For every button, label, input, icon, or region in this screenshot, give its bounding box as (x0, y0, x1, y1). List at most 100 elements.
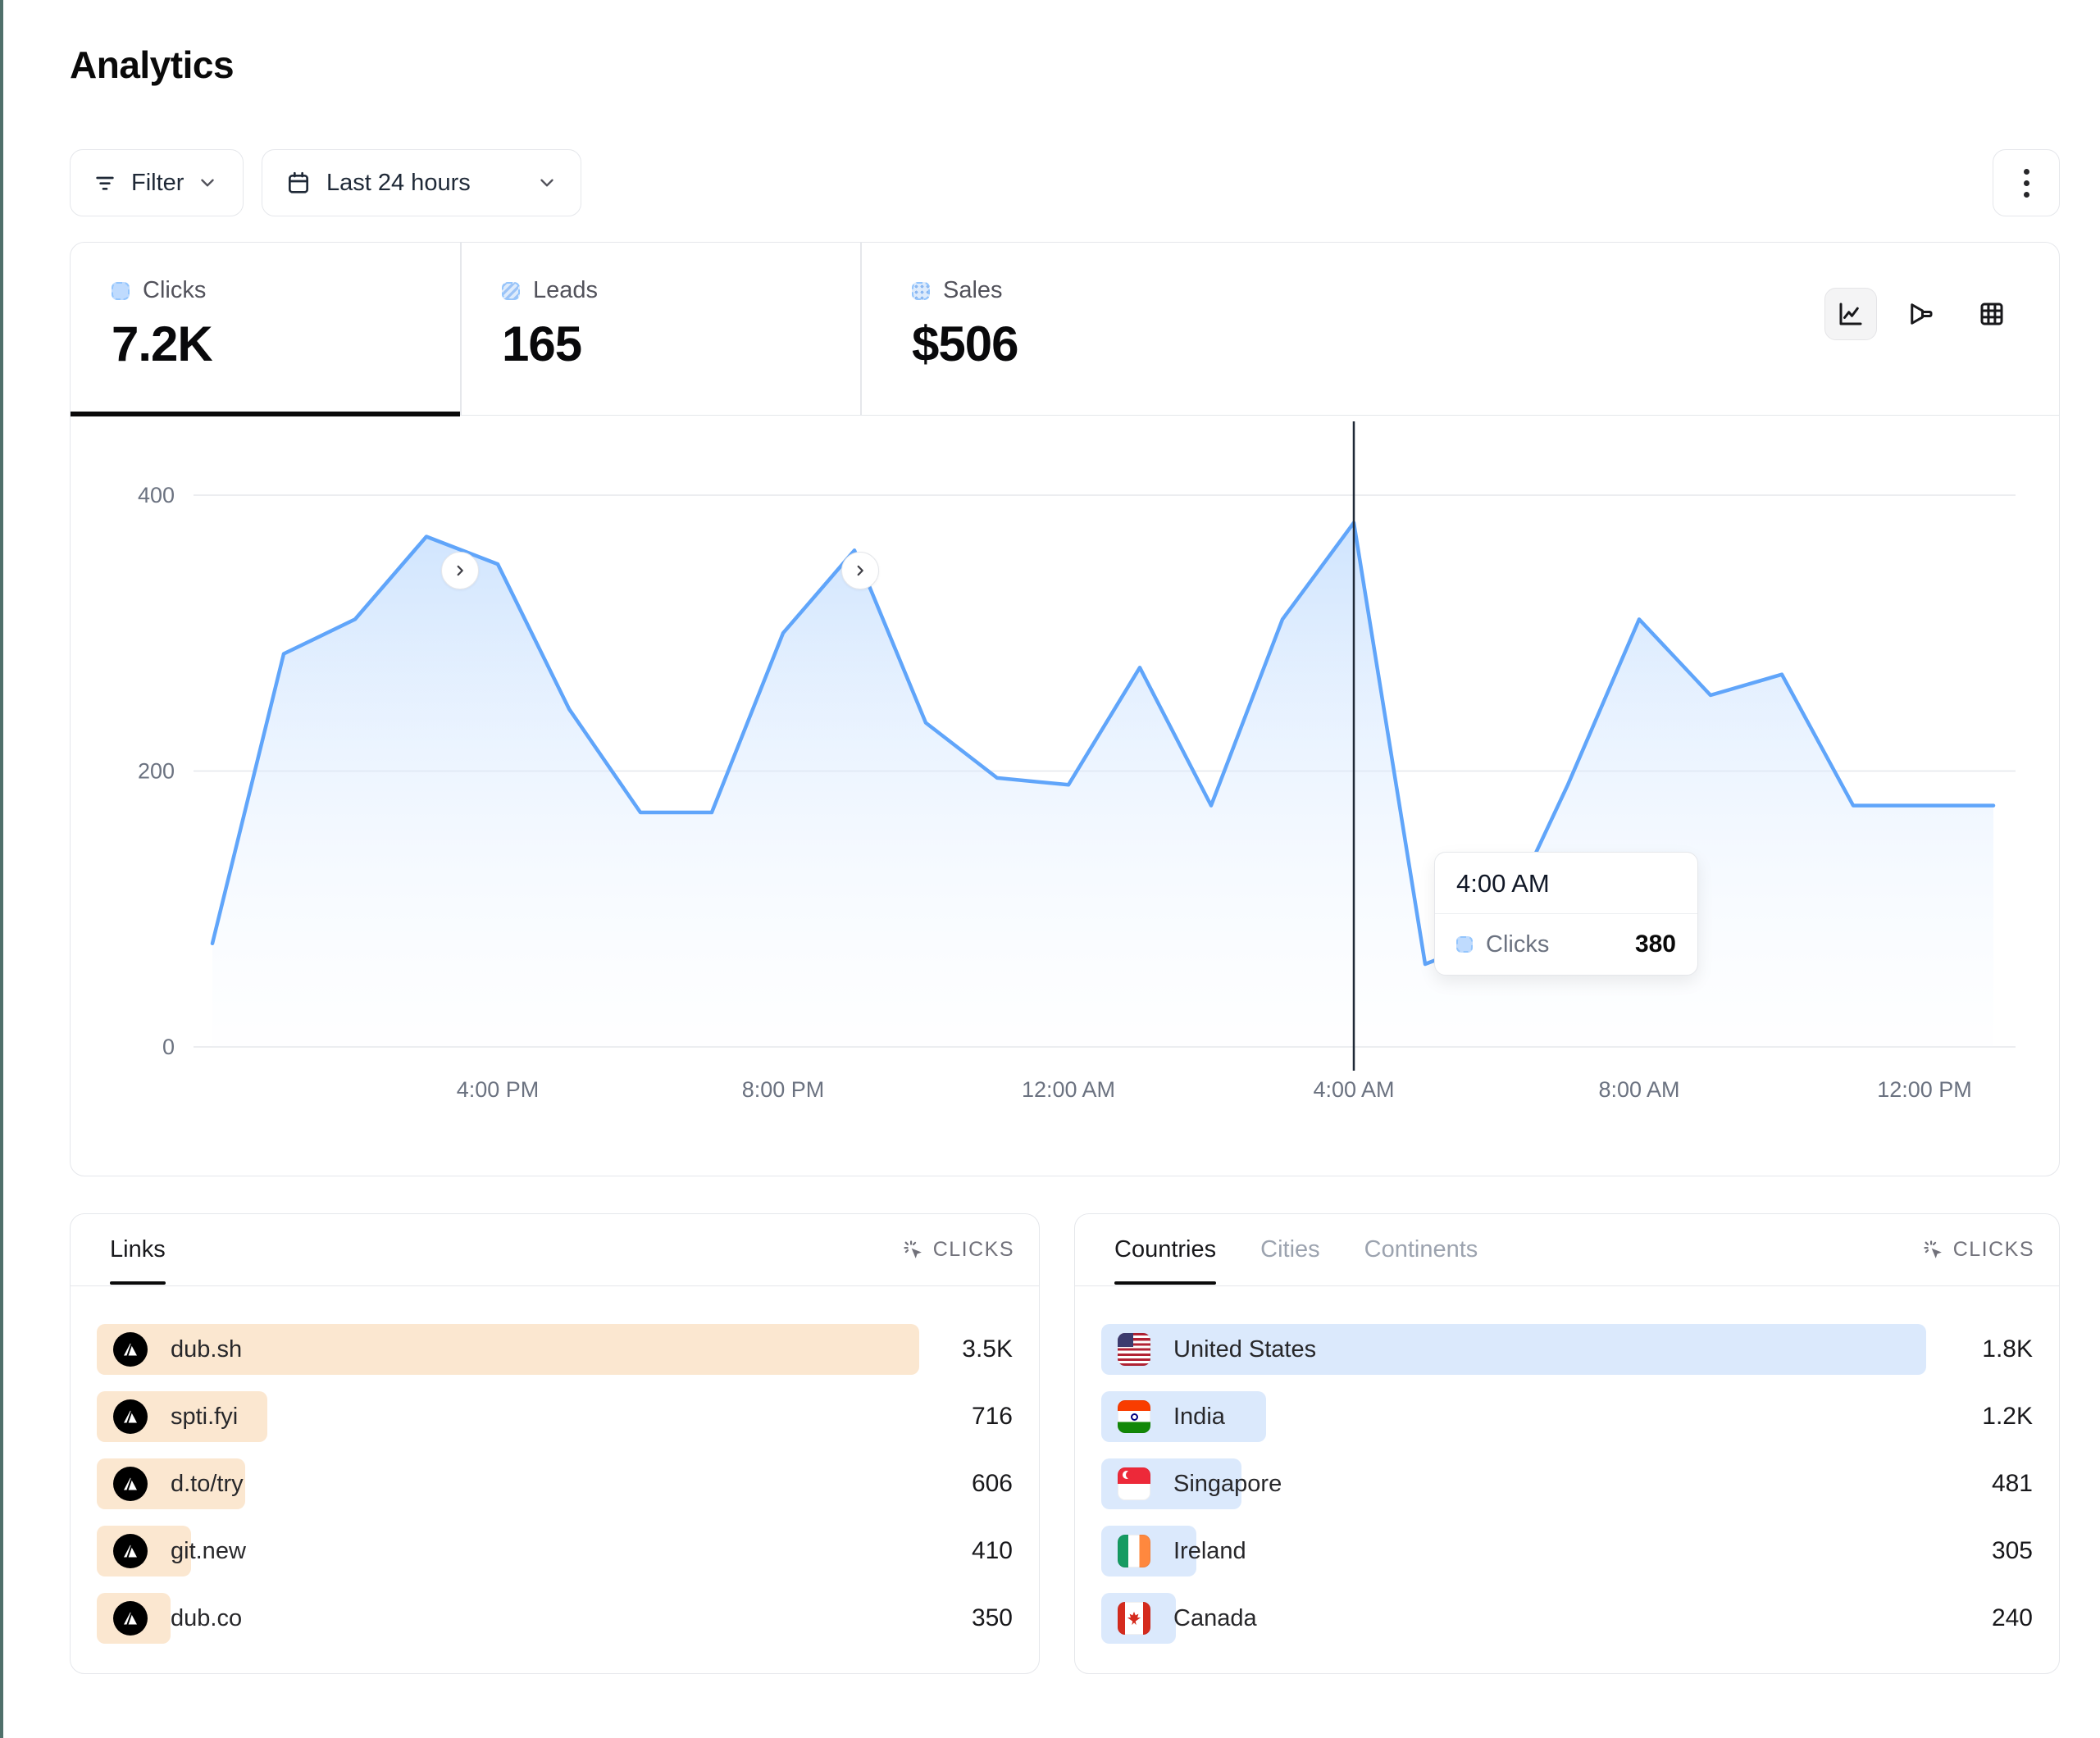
metric-nav-chevron-button[interactable] (841, 552, 879, 589)
svg-text:8:00 PM: 8:00 PM (742, 1077, 825, 1102)
date-range-label: Last 24 hours (326, 170, 471, 197)
tab-clicks[interactable]: Clicks 7.2K (71, 243, 460, 415)
us-flag-icon (1118, 1333, 1150, 1366)
tooltip-series-label: Clicks (1486, 931, 1549, 958)
list-item[interactable]: d.to/try 606 (97, 1458, 1013, 1509)
metric-label: Leads (533, 277, 598, 304)
svg-text:8:00 AM: 8:00 AM (1598, 1077, 1679, 1102)
countries-metric-column[interactable]: CLICKS (1922, 1238, 2034, 1262)
tab-sales[interactable]: Sales $506 (861, 243, 1287, 415)
metric-value: 165 (502, 316, 860, 372)
metric-nav-chevron-button[interactable] (441, 552, 479, 589)
list-item-label: git.new (171, 1538, 246, 1565)
geo-tabs: Countries Cities Continents (1114, 1236, 1478, 1263)
svg-text:0: 0 (162, 1035, 175, 1059)
metric-label: Clicks (143, 277, 206, 304)
more-options-button[interactable] (1993, 149, 2060, 216)
clicks-series-chip-icon (1456, 936, 1473, 953)
metric-column-label: CLICKS (1953, 1238, 2034, 1262)
tab-links[interactable]: Links (110, 1236, 166, 1263)
svg-text:12:00 AM: 12:00 AM (1022, 1077, 1115, 1102)
chart-tooltip: 4:00 AM Clicks 380 (1434, 852, 1698, 976)
list-item[interactable]: Canada 240 (1101, 1593, 2033, 1644)
window-edge-strip (0, 0, 3, 1738)
list-item[interactable]: United States 1.8K (1101, 1324, 2033, 1375)
countries-panel: Countries Cities Continents CLICKS Unite… (1074, 1213, 2060, 1674)
list-item-value: 240 (1992, 1593, 2033, 1644)
filter-button-label: Filter (131, 170, 184, 197)
list-item[interactable]: dub.sh 3.5K (97, 1324, 1013, 1375)
svg-text:4:00 PM: 4:00 PM (457, 1077, 540, 1102)
list-item-value: 716 (972, 1391, 1013, 1442)
dub-logo-icon (113, 1534, 148, 1568)
list-item[interactable]: git.new 410 (97, 1526, 1013, 1576)
metric-tabs-row: Clicks 7.2K Leads 165 Sales $506 (71, 243, 2059, 416)
leads-series-chip-icon (502, 282, 520, 300)
clicks-area-chart[interactable]: 0 200 400 4:00 PM 8:00 PM 12:00 AM 4:00 AM 8:00… (71, 415, 2061, 1177)
line-chart-icon (1836, 299, 1865, 329)
grid-table-icon (1977, 299, 2007, 329)
page-title: Analytics (70, 43, 234, 87)
countries-list: United States 1.8K India 1.2K Singapore … (1101, 1324, 2033, 1660)
svg-text:200: 200 (138, 759, 175, 784)
dub-logo-icon (113, 1399, 148, 1434)
dub-logo-icon (113, 1467, 148, 1501)
chevron-right-icon (451, 562, 469, 580)
list-item-value: 350 (972, 1593, 1013, 1644)
line-chart-view-button[interactable] (1824, 288, 1877, 340)
calendar-icon (285, 170, 312, 196)
cursor-click-icon (1922, 1239, 1945, 1262)
ireland-flag-icon (1118, 1535, 1150, 1567)
funnel-view-button[interactable] (1895, 288, 1947, 340)
list-item[interactable]: Singapore 481 (1101, 1458, 2033, 1509)
cursor-click-icon (902, 1239, 925, 1262)
list-item[interactable]: spti.fyi 716 (97, 1391, 1013, 1442)
tab-continents[interactable]: Continents (1364, 1236, 1478, 1263)
table-view-button[interactable] (1966, 288, 2018, 340)
chart-type-toggle (1824, 288, 2018, 340)
list-item[interactable]: dub.co 350 (97, 1593, 1013, 1644)
list-item-value: 481 (1992, 1458, 2033, 1509)
sales-series-chip-icon (912, 282, 930, 300)
svg-text:4:00 AM: 4:00 AM (1313, 1077, 1394, 1102)
tab-leads[interactable]: Leads 165 (461, 243, 860, 415)
analytics-page: Analytics Filter Last 24 hours (0, 0, 2100, 1738)
svg-text:400: 400 (138, 483, 175, 507)
filter-lines-icon (92, 170, 118, 196)
list-item[interactable]: India 1.2K (1101, 1391, 2033, 1442)
dub-logo-icon (113, 1601, 148, 1636)
kebab-vertical-icon (2024, 169, 2029, 198)
svg-text:12:00 PM: 12:00 PM (1877, 1077, 1972, 1102)
list-item[interactable]: Ireland 305 (1101, 1526, 2033, 1576)
links-panel: Links CLICKS dub.sh 3.5K spti.f (70, 1213, 1040, 1674)
links-list: dub.sh 3.5K spti.fyi 716 d.to/try 606 gi… (97, 1324, 1013, 1660)
list-item-label: Canada (1173, 1605, 1257, 1632)
metric-value: $506 (912, 316, 1287, 372)
list-item-label: d.to/try (171, 1471, 244, 1498)
list-item-value: 606 (972, 1458, 1013, 1509)
tab-countries[interactable]: Countries (1114, 1236, 1216, 1263)
list-item-value: 305 (1992, 1526, 2033, 1576)
tooltip-time: 4:00 AM (1435, 853, 1697, 914)
list-item-label: Ireland (1173, 1538, 1246, 1565)
list-item-value: 1.2K (1982, 1391, 2033, 1442)
list-item-value: 1.8K (1982, 1324, 2033, 1375)
india-flag-icon (1118, 1400, 1150, 1433)
list-item-label: India (1173, 1404, 1225, 1431)
list-item-value: 3.5K (962, 1324, 1013, 1375)
filter-button[interactable]: Filter (70, 149, 244, 216)
list-item-label: United States (1173, 1336, 1316, 1363)
chevron-down-icon (197, 172, 218, 193)
funnel-icon (1906, 299, 1936, 329)
canada-flag-icon (1118, 1602, 1150, 1635)
date-range-button[interactable]: Last 24 hours (262, 149, 581, 216)
links-metric-column[interactable]: CLICKS (902, 1238, 1014, 1262)
tab-cities[interactable]: Cities (1260, 1236, 1320, 1263)
list-item-value: 410 (972, 1526, 1013, 1576)
list-item-label: dub.sh (171, 1336, 242, 1363)
list-item-label: spti.fyi (171, 1404, 238, 1431)
clicks-series-chip-icon (112, 282, 130, 300)
list-item-label: Singapore (1173, 1471, 1282, 1498)
metric-label: Sales (943, 277, 1003, 304)
metric-column-label: CLICKS (933, 1238, 1014, 1262)
